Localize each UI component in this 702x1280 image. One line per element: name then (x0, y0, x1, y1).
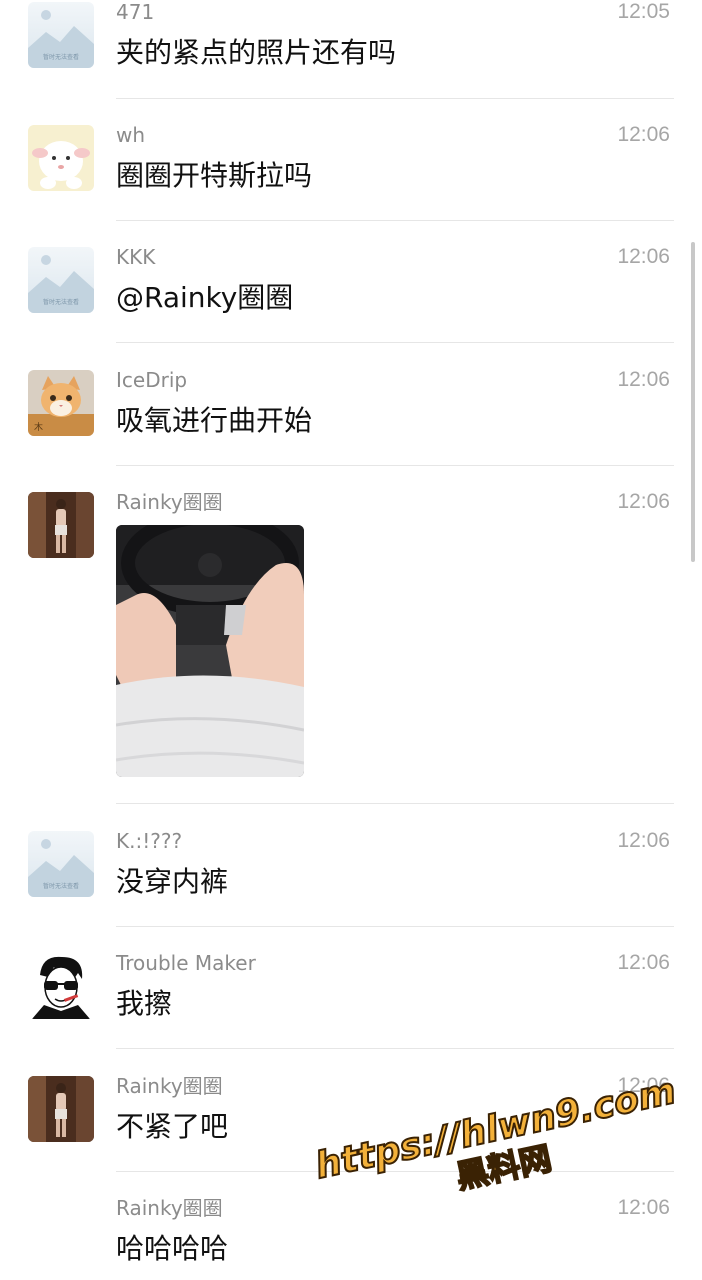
sender-name: KKK (116, 245, 156, 269)
divider (116, 926, 674, 927)
sender-name: Rainky圈圈 (116, 1196, 223, 1220)
svg-text:暂时无法查看: 暂时无法查看 (43, 882, 79, 890)
divider (116, 803, 674, 804)
placeholder-image-icon[interactable]: 暂时无法查看 (28, 831, 94, 897)
message-text[interactable]: 没穿内裤 (116, 865, 228, 899)
svg-text:暂时无法查看: 暂时无法查看 (43, 53, 79, 61)
message-text[interactable]: 圈圈开特斯拉吗 (116, 159, 312, 193)
divider (116, 98, 674, 99)
sender-name: Rainky圈圈 (116, 1074, 223, 1098)
sender-name: Rainky圈圈 (116, 490, 223, 514)
scrollbar[interactable] (691, 242, 695, 562)
cartoon-lamb-avatar[interactable] (28, 125, 94, 191)
car-interior-photo[interactable] (116, 525, 304, 777)
sunglasses-portrait-avatar[interactable] (28, 953, 94, 1019)
message-text[interactable]: 我擦 (116, 987, 172, 1021)
divider (116, 1171, 674, 1172)
message-time: 12:06 (617, 1196, 670, 1219)
svg-text:木: 木 (34, 421, 43, 433)
message-time: 12:06 (617, 829, 670, 852)
message-time: 12:06 (617, 123, 670, 146)
chat-message-list[interactable]: 暂时无法查看 471 12:05 夹的紧点的照片还有吗 wh 12:06 圈圈开… (0, 0, 702, 1280)
message-time: 12:05 (617, 0, 670, 23)
person-photo-avatar[interactable] (28, 1076, 94, 1142)
sender-name: K.:!??? (116, 829, 183, 853)
sender-name: Trouble Maker (116, 951, 256, 975)
person-photo-avatar[interactable] (28, 492, 94, 558)
message-time: 12:06 (617, 1074, 670, 1097)
message-text[interactable]: 吸氧进行曲开始 (116, 404, 312, 438)
placeholder-image-icon[interactable]: 暂时无法查看 (28, 247, 94, 313)
message-time: 12:06 (617, 245, 670, 268)
message-text[interactable]: 不紧了吧 (116, 1110, 228, 1144)
divider (116, 1048, 674, 1049)
placeholder-image-icon[interactable]: 暂时无法查看 (28, 2, 94, 68)
sender-name: 471 (116, 0, 155, 24)
message-time: 12:06 (617, 490, 670, 513)
svg-text:暂时无法查看: 暂时无法查看 (43, 298, 79, 306)
cat-avatar[interactable]: 木 (28, 370, 94, 436)
divider (116, 342, 674, 343)
sender-name: IceDrip (116, 368, 188, 392)
message-text[interactable]: 哈哈哈哈 (116, 1232, 228, 1266)
message-time: 12:06 (617, 368, 670, 391)
sender-name: wh (116, 123, 146, 147)
divider (116, 220, 674, 221)
message-text[interactable]: 夹的紧点的照片还有吗 (116, 36, 396, 70)
message-time: 12:06 (617, 951, 670, 974)
divider (116, 465, 674, 466)
message-text[interactable]: @Rainky圈圈 (116, 281, 293, 315)
